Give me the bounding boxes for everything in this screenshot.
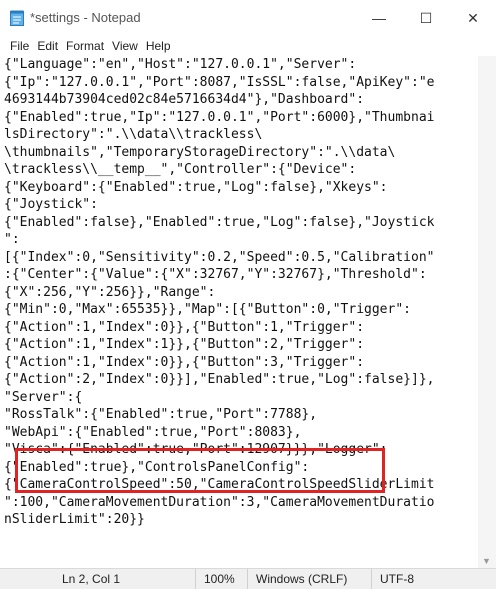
menu-format[interactable]: Format [62,36,108,56]
scroll-down-icon[interactable]: ▼ [482,556,491,566]
cursor-position: Ln 2, Col 1 [62,572,121,586]
status-bar: Ln 2, Col 1 100% Windows (CRLF) UTF-8 [0,568,496,589]
maximize-button[interactable]: ☐ [403,0,449,36]
menu-view[interactable]: View [108,36,142,56]
encoding: UTF-8 [371,569,414,589]
menu-help[interactable]: Help [142,36,175,56]
minimize-button[interactable]: — [356,0,402,36]
title-bar[interactable]: *settings - Notepad — ☐ ✕ [0,0,496,36]
highlight-annotation [15,448,385,493]
notepad-icon [10,10,24,26]
close-icon: ✕ [467,9,479,26]
menu-bar: File Edit Format View Help [0,36,496,56]
zoom-level: 100% [195,569,235,589]
close-button[interactable]: ✕ [450,0,496,36]
vertical-scrollbar[interactable]: ▼ [478,56,496,568]
minimize-icon: — [372,10,386,26]
menu-edit[interactable]: Edit [33,36,62,56]
window-title: *settings - Notepad [30,10,141,25]
maximize-icon: ☐ [419,9,433,26]
line-ending: Windows (CRLF) [247,569,347,589]
menu-file[interactable]: File [6,36,33,56]
